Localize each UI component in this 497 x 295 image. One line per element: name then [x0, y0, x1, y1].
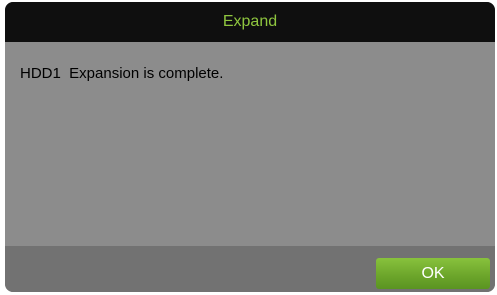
dialog-message: HDD1 Expansion is complete.	[20, 65, 224, 82]
ok-button[interactable]: OK	[376, 258, 490, 289]
dialog-body: HDD1 Expansion is complete.	[5, 42, 495, 246]
expand-dialog: Expand HDD1 Expansion is complete. OK	[5, 2, 495, 292]
dialog-footer: OK	[5, 246, 495, 292]
dialog-title: Expand	[5, 2, 495, 42]
